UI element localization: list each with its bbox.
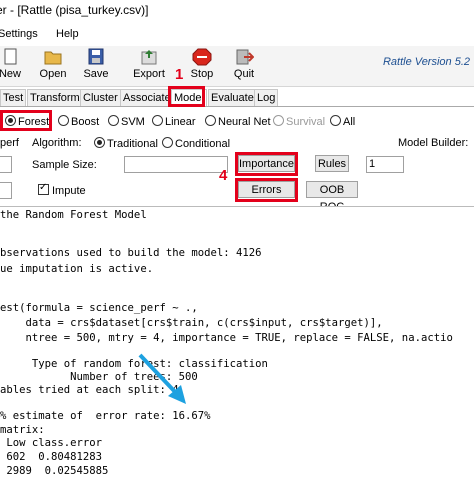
- annotation-arrow-overlay: [138, 353, 186, 404]
- annotation-arrow-shaft: [138, 353, 180, 397]
